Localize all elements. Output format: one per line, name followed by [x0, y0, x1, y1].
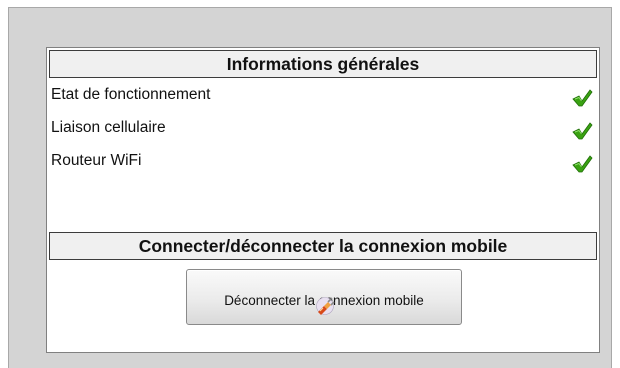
unplug-icon: [316, 297, 335, 315]
status-row-wifi-router: Routeur WiFi: [51, 148, 595, 176]
status-label: Liaison cellulaire: [51, 119, 166, 136]
status-row-operating-state: Etat de fonctionnement: [51, 82, 595, 110]
check-icon: [572, 155, 593, 173]
check-icon: [572, 89, 593, 107]
connection-header: Connecter/déconnecter la connexion mobil…: [49, 232, 597, 260]
general-info-header: Informations générales: [49, 50, 597, 78]
status-panel: Informations générales Etat de fonctionn…: [46, 47, 600, 353]
status-label: Etat de fonctionnement: [51, 86, 211, 103]
check-icon: [572, 122, 593, 140]
disconnect-mobile-button[interactable]: Déconnecter la connexion mobile: [186, 269, 462, 325]
outer-frame: Informations générales Etat de fonctionn…: [8, 7, 612, 368]
status-row-cellular-link: Liaison cellulaire: [51, 115, 595, 143]
status-label: Routeur WiFi: [51, 152, 142, 169]
